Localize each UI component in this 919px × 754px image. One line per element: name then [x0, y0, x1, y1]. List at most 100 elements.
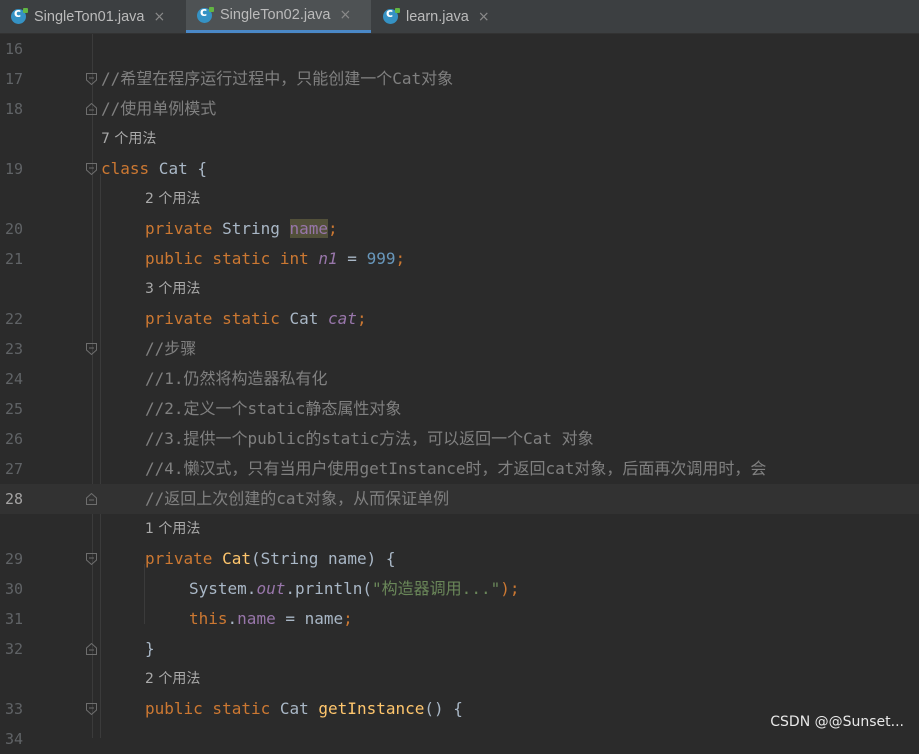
code-line[interactable]: 32}: [0, 634, 919, 664]
code-token: private: [145, 549, 213, 568]
usage-hint-row: 2 个用法: [0, 184, 919, 214]
tab-label: SingleTon01.java: [34, 8, 145, 25]
code-token: //使用单例模式: [101, 99, 217, 118]
code-editor[interactable]: 16 17 //希望在程序运行过程中，只能创建一个Cat对象 18 //使用单例模式 7 …: [0, 34, 919, 748]
line-number: 17: [5, 70, 24, 88]
code-line[interactable]: 24 //1.仍然将构造器私有化: [0, 364, 919, 394]
fold-collapse-icon[interactable]: [86, 73, 97, 85]
fold-collapse-icon[interactable]: [86, 703, 97, 715]
line-number: 18: [5, 100, 24, 118]
code-text[interactable]: //2.定义一个static静态属性对象: [145, 394, 401, 424]
usage-count-hint[interactable]: 1 个用法: [145, 514, 200, 544]
fold-collapse-icon[interactable]: [86, 553, 97, 565]
usage-count-hint[interactable]: 2 个用法: [145, 184, 200, 214]
code-token: = name: [275, 609, 344, 628]
code-text[interactable]: private static Cat cat;: [145, 304, 367, 334]
code-line[interactable]: 17 //希望在程序运行过程中，只能创建一个Cat对象: [0, 64, 919, 94]
code-text[interactable]: //3.提供一个public的static方法，可以返回一个Cat 对象: [145, 424, 594, 454]
code-token: "构造器调用...": [372, 579, 501, 598]
line-number: 27: [5, 460, 24, 478]
code-line[interactable]: 28 //返回上次创建的cat对象，从而保证单例: [0, 484, 919, 514]
code-token: =: [337, 249, 367, 268]
line-number: 33: [5, 700, 24, 718]
editor-tab-bar: SingleTon01.java × SingleTon02.java × le…: [0, 0, 919, 34]
close-icon[interactable]: ×: [339, 7, 351, 23]
code-text[interactable]: //使用单例模式: [101, 94, 216, 124]
code-token: //4.懒汉式，只有当用户使用getInstance时，才返回cat对象，后面再…: [145, 459, 767, 478]
code-text[interactable]: //1.仍然将构造器私有化: [145, 364, 328, 394]
fold-end-icon[interactable]: [86, 493, 97, 505]
code-text[interactable]: //4.懒汉式，只有当用户使用getInstance时，才返回cat对象，后面再…: [145, 454, 766, 484]
line-number: 26: [5, 430, 24, 448]
code-token: Cat: [222, 549, 251, 568]
fold-end-icon[interactable]: [86, 103, 97, 115]
code-token: n1: [318, 249, 338, 268]
usage-hint-row: 3 个用法: [0, 274, 919, 304]
code-token: name: [289, 219, 329, 238]
line-number: 29: [5, 550, 24, 568]
code-text[interactable]: private String name;: [145, 214, 338, 244]
code-token: out: [256, 579, 286, 598]
line-number: 28: [5, 490, 24, 508]
tab-label: learn.java: [406, 8, 469, 25]
code-line[interactable]: 29 private Cat(String name) {: [0, 544, 919, 574]
code-token: cat: [328, 309, 357, 328]
usage-hint-row: 2 个用法: [0, 664, 919, 694]
code-text[interactable]: class Cat {: [101, 154, 207, 184]
code-token: ;: [395, 249, 406, 268]
code-line[interactable]: 20 private String name;: [0, 214, 919, 244]
code-text[interactable]: public static Cat getInstance() {: [145, 694, 463, 724]
code-token: //3.提供一个public的static方法，可以返回一个Cat 对象: [145, 429, 594, 448]
tab-learn[interactable]: learn.java ×: [372, 0, 507, 33]
java-class-icon: [383, 6, 400, 24]
java-class-icon: [197, 5, 214, 23]
line-number: 19: [5, 160, 24, 178]
code-token: //1.仍然将构造器私有化: [145, 369, 328, 388]
code-text[interactable]: //返回上次创建的cat对象，从而保证单例: [145, 484, 449, 514]
code-line[interactable]: 19 class Cat {: [0, 154, 919, 184]
code-token: class: [101, 159, 150, 178]
code-line[interactable]: 16: [0, 34, 919, 64]
code-line[interactable]: 23 //步骤: [0, 334, 919, 364]
usage-count-hint[interactable]: 2 个用法: [145, 664, 200, 694]
usage-count-hint[interactable]: 7 个用法: [101, 124, 156, 154]
code-line[interactable]: 30 System.out.println("构造器调用...");: [0, 574, 919, 604]
code-token: private: [145, 219, 213, 238]
line-number: 23: [5, 340, 24, 358]
code-text[interactable]: //希望在程序运行过程中，只能创建一个Cat对象: [101, 64, 453, 94]
code-text[interactable]: //步骤: [145, 334, 196, 364]
close-icon[interactable]: ×: [153, 9, 165, 25]
usage-hint-row: 7 个用法: [0, 124, 919, 154]
close-icon[interactable]: ×: [478, 9, 490, 25]
tab-singleton02[interactable]: SingleTon02.java ×: [186, 0, 371, 33]
code-text[interactable]: this.name = name;: [189, 604, 353, 634]
code-line[interactable]: 25 //2.定义一个static静态属性对象: [0, 394, 919, 424]
line-number: 31: [5, 610, 24, 628]
code-line[interactable]: 21 public static int n1 = 999;: [0, 244, 919, 274]
code-line[interactable]: 18 //使用单例模式: [0, 94, 919, 124]
code-token: );: [500, 579, 520, 598]
code-text[interactable]: System.out.println("构造器调用...");: [189, 574, 519, 604]
code-line[interactable]: 22 private static Cat cat;: [0, 304, 919, 334]
code-text[interactable]: private Cat(String name) {: [145, 544, 395, 574]
code-token: () {: [424, 699, 463, 718]
code-text[interactable]: public static int n1 = 999;: [145, 244, 405, 274]
code-token: getInstance: [318, 699, 425, 718]
code-line[interactable]: 27 //4.懒汉式，只有当用户使用getInstance时，才返回cat对象，后…: [0, 454, 919, 484]
line-number: 32: [5, 640, 24, 658]
code-token: //希望在程序运行过程中，只能创建一个Cat对象: [101, 69, 454, 88]
code-line[interactable]: 26 //3.提供一个public的static方法，可以返回一个Cat 对象: [0, 424, 919, 454]
fold-collapse-icon[interactable]: [86, 163, 97, 175]
code-token: }: [145, 639, 155, 658]
fold-end-icon[interactable]: [86, 643, 97, 655]
code-token: Cat {: [149, 159, 207, 178]
tab-singleton01[interactable]: SingleTon01.java ×: [0, 0, 186, 33]
code-line[interactable]: 31 this.name = name;: [0, 604, 919, 634]
usage-count-hint[interactable]: 3 个用法: [145, 274, 200, 304]
code-text[interactable]: }: [145, 634, 155, 664]
code-token: .: [227, 609, 238, 628]
fold-collapse-icon[interactable]: [86, 343, 97, 355]
line-number: 22: [5, 310, 24, 328]
java-class-icon: [11, 6, 28, 24]
